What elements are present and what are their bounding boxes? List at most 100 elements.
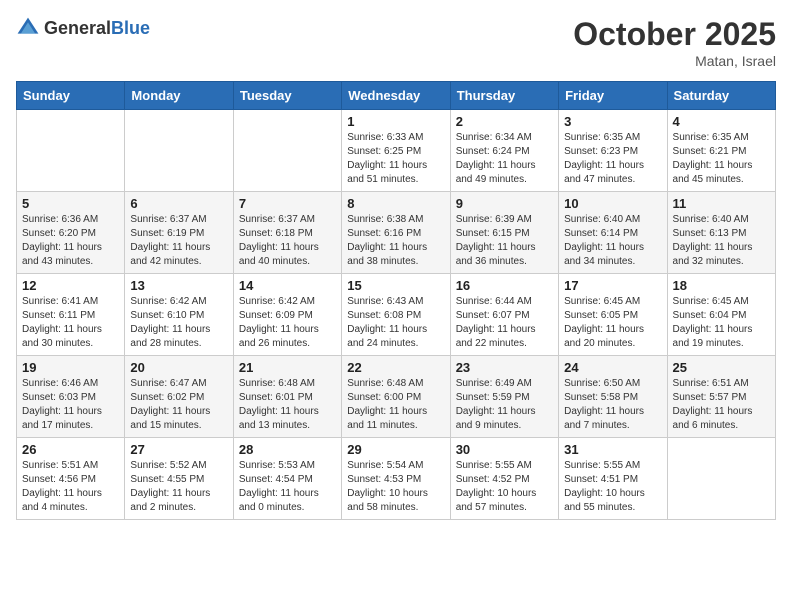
calendar-cell: 14 Sunrise: 6:42 AM Sunset: 6:09 PM Dayli… xyxy=(233,274,341,356)
day-info: Sunrise: 6:48 AM Sunset: 6:01 PM Dayligh… xyxy=(239,377,336,433)
calendar-cell xyxy=(125,110,233,192)
calendar-cell: 19Sunrise: 6:46 AM Sunset: 6:03 PM Dayli… xyxy=(17,356,125,438)
weekday-header: Sunday xyxy=(17,82,125,110)
day-number: 20 xyxy=(130,360,227,375)
calendar-cell: 20 Sunrise: 6:47 AM Sunset: 6:02 PM Dayli… xyxy=(125,356,233,438)
weekday-header: Saturday xyxy=(667,82,775,110)
day-info: Sunrise: 6:39 AM Sunset: 6:15 PM Dayligh… xyxy=(456,213,553,269)
day-number: 30 xyxy=(456,442,553,457)
calendar-table: SundayMondayTuesdayWednesdayThursdayFrid… xyxy=(16,81,776,520)
calendar-week-row: 26Sunrise: 5:51 AM Sunset: 4:56 PM Dayli… xyxy=(17,438,776,520)
day-number: 23 xyxy=(456,360,553,375)
calendar-week-row: 12 Sunrise: 6:41 AM Sunset: 6:11 PM Dayli… xyxy=(17,274,776,356)
day-info: Sunrise: 5:52 AM Sunset: 4:55 PM Dayligh… xyxy=(130,459,227,515)
calendar-cell: 28 Sunrise: 5:53 AM Sunset: 4:54 PM Dayli… xyxy=(233,438,341,520)
day-info: Sunrise: 6:43 AM Sunset: 6:08 PM Dayligh… xyxy=(347,295,444,351)
day-number: 29 xyxy=(347,442,444,457)
calendar-cell: 22Sunrise: 6:48 AM Sunset: 6:00 PM Dayli… xyxy=(342,356,450,438)
day-info: Sunrise: 6:45 AM Sunset: 6:04 PM Dayligh… xyxy=(673,295,770,351)
day-info: Sunrise: 6:45 AM Sunset: 6:05 PM Dayligh… xyxy=(564,295,661,351)
weekday-header: Thursday xyxy=(450,82,558,110)
calendar-cell: 8 Sunrise: 6:38 AM Sunset: 6:16 PM Daylig… xyxy=(342,192,450,274)
day-info: Sunrise: 6:42 AM Sunset: 6:10 PM Dayligh… xyxy=(130,295,227,351)
day-number: 1 xyxy=(347,114,444,129)
day-info: Sunrise: 6:37 AM Sunset: 6:18 PM Dayligh… xyxy=(239,213,336,269)
calendar-cell xyxy=(17,110,125,192)
month-title: October 2025 xyxy=(573,16,776,53)
day-info: Sunrise: 6:40 AM Sunset: 6:14 PM Dayligh… xyxy=(564,213,661,269)
location: Matan, Israel xyxy=(573,53,776,69)
day-number: 4 xyxy=(673,114,770,129)
calendar-cell: 17 Sunrise: 6:45 AM Sunset: 6:05 PM Dayli… xyxy=(559,274,667,356)
day-number: 31 xyxy=(564,442,661,457)
day-number: 18 xyxy=(673,278,770,293)
calendar-week-row: 1Sunrise: 6:33 AM Sunset: 6:25 PM Daylig… xyxy=(17,110,776,192)
day-info: Sunrise: 6:35 AM Sunset: 6:21 PM Dayligh… xyxy=(673,131,770,187)
day-number: 15 xyxy=(347,278,444,293)
day-info: Sunrise: 6:51 AM Sunset: 5:57 PM Dayligh… xyxy=(673,377,770,433)
calendar-cell: 31 Sunrise: 5:55 AM Sunset: 4:51 PM Dayli… xyxy=(559,438,667,520)
calendar-week-row: 5Sunrise: 6:36 AM Sunset: 6:20 PM Daylig… xyxy=(17,192,776,274)
calendar-cell: 25Sunrise: 6:51 AM Sunset: 5:57 PM Dayli… xyxy=(667,356,775,438)
page-header: GeneralBlue October 2025 Matan, Israel xyxy=(16,16,776,69)
day-info: Sunrise: 6:41 AM Sunset: 6:11 PM Dayligh… xyxy=(22,295,119,351)
calendar-cell: 13 Sunrise: 6:42 AM Sunset: 6:10 PM Dayli… xyxy=(125,274,233,356)
calendar-cell: 23Sunrise: 6:49 AM Sunset: 5:59 PM Dayli… xyxy=(450,356,558,438)
calendar-cell: 2 Sunrise: 6:34 AM Sunset: 6:24 PM Daylig… xyxy=(450,110,558,192)
calendar-cell: 11Sunrise: 6:40 AM Sunset: 6:13 PM Dayli… xyxy=(667,192,775,274)
day-number: 3 xyxy=(564,114,661,129)
day-number: 8 xyxy=(347,196,444,211)
day-info: Sunrise: 6:38 AM Sunset: 6:16 PM Dayligh… xyxy=(347,213,444,269)
calendar-cell: 12 Sunrise: 6:41 AM Sunset: 6:11 PM Dayli… xyxy=(17,274,125,356)
day-number: 28 xyxy=(239,442,336,457)
calendar-cell: 6Sunrise: 6:37 AM Sunset: 6:19 PM Daylig… xyxy=(125,192,233,274)
day-number: 12 xyxy=(22,278,119,293)
calendar-week-row: 19Sunrise: 6:46 AM Sunset: 6:03 PM Dayli… xyxy=(17,356,776,438)
calendar-cell: 29 Sunrise: 5:54 AM Sunset: 4:53 PM Dayli… xyxy=(342,438,450,520)
day-info: Sunrise: 5:55 AM Sunset: 4:51 PM Dayligh… xyxy=(564,459,661,515)
day-number: 5 xyxy=(22,196,119,211)
day-number: 14 xyxy=(239,278,336,293)
logo-general-text: General xyxy=(44,18,111,38)
logo-blue-text: Blue xyxy=(111,18,150,38)
calendar-cell: 26Sunrise: 5:51 AM Sunset: 4:56 PM Dayli… xyxy=(17,438,125,520)
calendar-cell: 5Sunrise: 6:36 AM Sunset: 6:20 PM Daylig… xyxy=(17,192,125,274)
logo-icon xyxy=(16,16,40,40)
logo: GeneralBlue xyxy=(16,16,150,40)
day-number: 27 xyxy=(130,442,227,457)
day-info: Sunrise: 6:47 AM Sunset: 6:02 PM Dayligh… xyxy=(130,377,227,433)
day-number: 21 xyxy=(239,360,336,375)
day-number: 22 xyxy=(347,360,444,375)
day-info: Sunrise: 6:42 AM Sunset: 6:09 PM Dayligh… xyxy=(239,295,336,351)
day-number: 7 xyxy=(239,196,336,211)
day-info: Sunrise: 6:35 AM Sunset: 6:23 PM Dayligh… xyxy=(564,131,661,187)
day-info: Sunrise: 5:53 AM Sunset: 4:54 PM Dayligh… xyxy=(239,459,336,515)
day-info: Sunrise: 6:46 AM Sunset: 6:03 PM Dayligh… xyxy=(22,377,119,433)
calendar-cell: 7 Sunrise: 6:37 AM Sunset: 6:18 PM Daylig… xyxy=(233,192,341,274)
calendar-cell: 4 Sunrise: 6:35 AM Sunset: 6:21 PM Daylig… xyxy=(667,110,775,192)
calendar-cell: 24 Sunrise: 6:50 AM Sunset: 5:58 PM Dayli… xyxy=(559,356,667,438)
calendar-cell: 27 Sunrise: 5:52 AM Sunset: 4:55 PM Dayli… xyxy=(125,438,233,520)
weekday-header: Tuesday xyxy=(233,82,341,110)
day-number: 2 xyxy=(456,114,553,129)
day-number: 17 xyxy=(564,278,661,293)
calendar-cell: 10 Sunrise: 6:40 AM Sunset: 6:14 PM Dayli… xyxy=(559,192,667,274)
calendar-cell: 9Sunrise: 6:39 AM Sunset: 6:15 PM Daylig… xyxy=(450,192,558,274)
day-number: 11 xyxy=(673,196,770,211)
title-block: October 2025 Matan, Israel xyxy=(573,16,776,69)
day-info: Sunrise: 5:55 AM Sunset: 4:52 PM Dayligh… xyxy=(456,459,553,515)
calendar-cell: 3 Sunrise: 6:35 AM Sunset: 6:23 PM Daylig… xyxy=(559,110,667,192)
day-info: Sunrise: 6:34 AM Sunset: 6:24 PM Dayligh… xyxy=(456,131,553,187)
weekday-header: Friday xyxy=(559,82,667,110)
weekday-header-row: SundayMondayTuesdayWednesdayThursdayFrid… xyxy=(17,82,776,110)
calendar-cell: 21 Sunrise: 6:48 AM Sunset: 6:01 PM Dayli… xyxy=(233,356,341,438)
day-info: Sunrise: 6:50 AM Sunset: 5:58 PM Dayligh… xyxy=(564,377,661,433)
day-info: Sunrise: 6:44 AM Sunset: 6:07 PM Dayligh… xyxy=(456,295,553,351)
day-info: Sunrise: 5:54 AM Sunset: 4:53 PM Dayligh… xyxy=(347,459,444,515)
calendar-cell xyxy=(667,438,775,520)
day-number: 24 xyxy=(564,360,661,375)
calendar-cell: 18 Sunrise: 6:45 AM Sunset: 6:04 PM Dayli… xyxy=(667,274,775,356)
day-number: 13 xyxy=(130,278,227,293)
calendar-cell: 15 Sunrise: 6:43 AM Sunset: 6:08 PM Dayli… xyxy=(342,274,450,356)
day-number: 10 xyxy=(564,196,661,211)
